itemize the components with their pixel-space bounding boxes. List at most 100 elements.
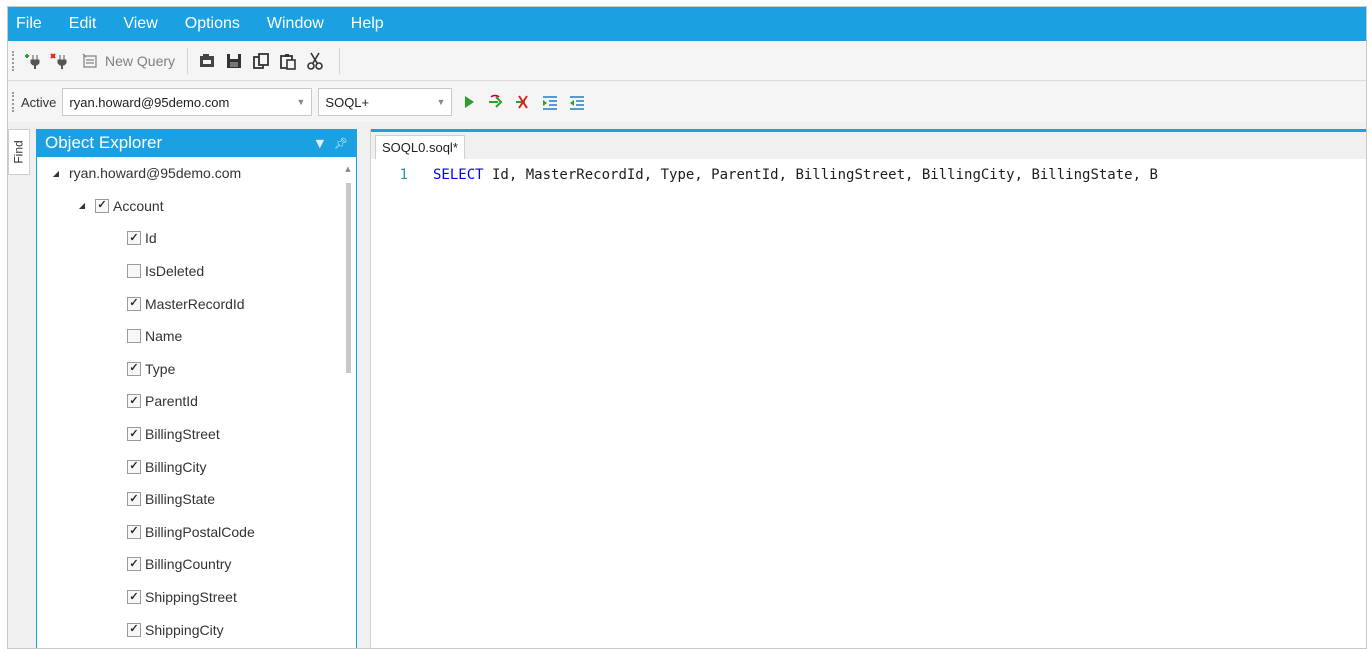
field-checkbox[interactable] — [127, 394, 141, 409]
code-keyword: SELECT — [433, 167, 484, 183]
editor-tabstrip: SOQL0.soql* — [371, 129, 1366, 159]
tab-soql0[interactable]: SOQL0.soql* — [375, 135, 465, 159]
explorer-scrollbar[interactable]: ▲ — [344, 165, 352, 648]
new-query-button[interactable]: New Query — [79, 50, 175, 72]
field-label: ParentId — [145, 393, 198, 410]
object-tree: ◢ ryan.howard@95demo.com ◢ Account Id IsD… — [37, 157, 343, 648]
field-checkbox[interactable] — [127, 329, 141, 344]
scroll-up-icon[interactable]: ▲ — [344, 165, 352, 173]
expand-arrow-icon[interactable]: ◢ — [49, 169, 63, 178]
field-label: ShippingCity — [145, 621, 224, 638]
field-label: MasterRecordId — [145, 295, 245, 312]
connection-select-value: ryan.howard@95demo.com — [69, 94, 230, 110]
field-checkbox[interactable] — [127, 622, 141, 637]
field-checkbox[interactable] — [127, 492, 141, 507]
menu-options[interactable]: Options — [185, 15, 240, 33]
tree-field-row[interactable]: Id — [37, 222, 343, 255]
toolbar-grip[interactable] — [12, 50, 15, 71]
tree-field-row[interactable]: ShippingStreet — [37, 581, 343, 614]
pin-icon[interactable]: 📌︎ — [334, 137, 348, 150]
field-checkbox[interactable] — [127, 590, 141, 605]
field-label: BillingStreet — [145, 426, 220, 443]
menu-view[interactable]: View — [123, 15, 157, 33]
field-checkbox[interactable] — [127, 264, 141, 279]
toolbar-separator — [339, 47, 341, 74]
tree-root-label: ryan.howard@95demo.com — [69, 165, 242, 182]
copy-icon[interactable] — [250, 50, 272, 72]
field-label: Name — [145, 328, 183, 345]
step-icon[interactable] — [485, 91, 507, 113]
toolbar-grip[interactable] — [12, 92, 15, 112]
object-checkbox[interactable] — [95, 198, 109, 213]
expand-arrow-icon[interactable]: ◢ — [75, 201, 89, 210]
open-icon[interactable] — [196, 50, 218, 72]
tree-field-row[interactable]: BillingStreet — [37, 418, 343, 451]
chevron-down-icon: ▼ — [436, 97, 446, 107]
menu-file[interactable]: File — [16, 15, 42, 33]
menu-bar: File Edit View Options Window Help — [8, 7, 1366, 41]
new-query-icon — [79, 50, 101, 72]
code-line[interactable]: 1 SELECT Id, MasterRecordId, Type, Paren… — [371, 167, 1158, 183]
tree-field-row[interactable]: BillingCity — [37, 450, 343, 483]
remove-connection-icon[interactable] — [48, 50, 70, 72]
new-query-label: New Query — [105, 52, 176, 69]
active-label: Active — [21, 94, 57, 110]
object-explorer-title: Object Explorer — [45, 133, 163, 152]
tree-field-row[interactable]: BillingPostalCode — [37, 516, 343, 549]
tab-label: SOQL0.soql* — [382, 140, 458, 155]
chevron-down-icon: ▼ — [296, 97, 306, 107]
tree-field-row[interactable]: BillingState — [37, 483, 343, 516]
find-tab-label: Find — [12, 140, 26, 164]
field-checkbox[interactable] — [127, 557, 141, 572]
menu-window[interactable]: Window — [267, 15, 324, 33]
paste-icon[interactable] — [277, 50, 299, 72]
line-number: 1 — [399, 167, 408, 183]
panel-controls: ▼ 📌︎ — [306, 137, 348, 150]
add-connection-icon[interactable] — [21, 50, 43, 72]
language-select[interactable]: SOQL+ ▼ — [318, 88, 453, 116]
connection-select[interactable]: ryan.howard@95demo.com ▼ — [62, 88, 313, 116]
cut-icon[interactable] — [304, 50, 326, 72]
field-label: Type — [145, 360, 176, 377]
toolbar-separator — [187, 47, 189, 74]
stop-icon[interactable] — [512, 91, 534, 113]
field-label: BillingCity — [145, 458, 207, 475]
tree-root-connection[interactable]: ◢ ryan.howard@95demo.com — [37, 157, 343, 190]
field-checkbox[interactable] — [127, 524, 141, 539]
run-icon[interactable] — [458, 91, 480, 113]
find-side-tab[interactable]: Find — [8, 129, 30, 175]
field-checkbox[interactable] — [127, 361, 141, 376]
language-select-value: SOQL+ — [325, 94, 370, 110]
field-label: IsDeleted — [145, 263, 205, 280]
code-text: Id, MasterRecordId, Type, ParentId, Bill… — [483, 167, 1158, 183]
tree-field-row[interactable]: Type — [37, 353, 343, 386]
field-label: BillingPostalCode — [145, 523, 255, 540]
object-explorer-panel: Object Explorer ▼ 📌︎ ◢ ryan.howard@95dem… — [36, 129, 357, 648]
field-checkbox[interactable] — [127, 296, 141, 311]
tree-object-account[interactable]: ◢ Account — [37, 190, 343, 223]
scrollbar-thumb[interactable] — [346, 183, 351, 373]
tree-field-row[interactable]: IsDeleted — [37, 255, 343, 288]
menu-help[interactable]: Help — [351, 15, 384, 33]
field-checkbox[interactable] — [127, 459, 141, 474]
tree-field-row[interactable]: MasterRecordId — [37, 287, 343, 320]
field-label: Id — [145, 230, 157, 247]
query-editor[interactable]: SOQL0.soql* 1 SELECT Id, MasterRecordId,… — [370, 129, 1366, 648]
tree-field-row[interactable]: ShippingCity — [37, 613, 343, 646]
dropdown-icon[interactable]: ▼ — [316, 137, 324, 150]
field-list: Id IsDeleted MasterRecordId Name Type ParentI… — [37, 222, 343, 646]
indent-icon[interactable] — [539, 91, 561, 113]
connection-toolbar: Active ryan.howard@95demo.com ▼ SOQL+ ▼ — [8, 82, 1366, 122]
field-checkbox[interactable] — [127, 427, 141, 442]
tree-field-row[interactable]: Name — [37, 320, 343, 353]
tree-field-row[interactable]: ParentId — [37, 385, 343, 418]
field-label: ShippingStreet — [145, 589, 237, 606]
main-toolbar: New Query — [8, 41, 1366, 81]
tree-field-row[interactable]: BillingCountry — [37, 548, 343, 581]
save-icon[interactable] — [223, 50, 245, 72]
menu-edit[interactable]: Edit — [69, 15, 97, 33]
outdent-icon[interactable] — [566, 91, 588, 113]
app-window: File Edit View Options Window Help New Q… — [7, 6, 1367, 649]
field-checkbox[interactable] — [127, 231, 141, 246]
tree-object-label: Account — [113, 197, 164, 214]
